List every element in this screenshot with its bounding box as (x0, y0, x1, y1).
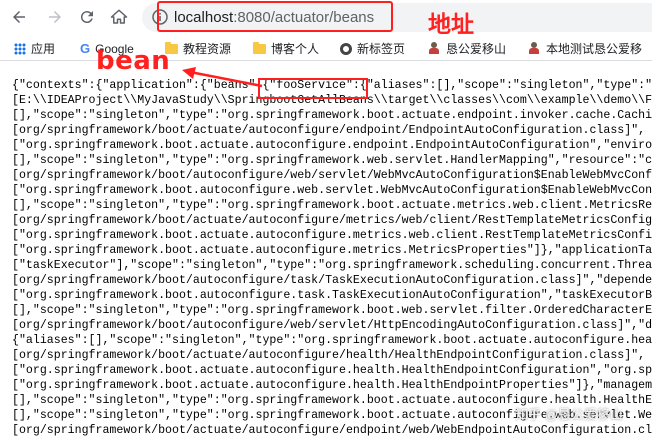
bookmark-label: 恳公爱移山 (446, 42, 507, 56)
bookmark-local-test[interactable]: 本地测试恳公爱移 (527, 40, 642, 57)
json-line: [org/springframework/boot/autoconfigure/… (12, 319, 652, 332)
google-icon: G (80, 41, 91, 56)
json-line: [org/springframework/boot/actuate/autoco… (12, 124, 646, 137)
home-button[interactable] (108, 6, 130, 28)
page-content: {"contexts":{"application":{"beans":{"fo… (0, 62, 652, 442)
bookmark-label: 本地测试恳公爱移 (546, 42, 643, 56)
json-line: ["org.springframework.boot.actuate.autoc… (12, 364, 652, 377)
json-line: ["org.springframework.boot.actuate.autoc… (12, 379, 652, 392)
annotation-arrow-icon (182, 67, 263, 88)
json-line: ["org.springframework.boot.actuate.autoc… (12, 229, 652, 242)
json-line: [],"scope":"singleton","type":"org.sprin… (12, 199, 652, 212)
bookmark-blog[interactable]: 博客个人 (253, 40, 319, 57)
forward-button[interactable] (44, 6, 66, 28)
json-line: ["org.springframework.boot.actuate.autoc… (12, 244, 652, 257)
json-line: ["org.springframework.boot.autoconfigure… (12, 184, 652, 197)
json-line: [],"scope":"singleton","type":"org.sprin… (12, 154, 652, 167)
person-icon (427, 42, 441, 55)
back-button[interactable] (8, 6, 30, 28)
bookmark-label: 教程资源 (183, 42, 232, 56)
address-annotation: 地址 (428, 12, 474, 38)
bookmark-label: 应用 (31, 42, 56, 56)
browser-toolbar: localhost:8080/actuator/beans 地址 (0, 0, 652, 38)
json-line: ["taskExecutor"],"scope":"singleton","ty… (12, 259, 652, 272)
bookmark-label: 博客个人 (271, 42, 320, 56)
bookmark-profile[interactable]: 恳公爱移山 (427, 40, 506, 57)
json-line: ["org.springframework.boot.actuate.autoc… (12, 139, 652, 152)
bookmark-new-tab[interactable]: 新标签页 (340, 40, 405, 57)
json-line: {"aliases":[],"scope":"singleton","type"… (12, 334, 652, 347)
back-arrow-icon (13, 11, 25, 23)
home-icon (110, 9, 128, 24)
bookmark-tutorials[interactable]: 教程资源 (165, 40, 231, 57)
json-line: [org/springframework/boot/autoconfigure/… (12, 169, 652, 182)
json-line: [],"scope":"singleton","type":"org.sprin… (12, 109, 652, 122)
json-line: [],"scope":"singleton","type":"org.sprin… (12, 304, 652, 317)
bean-annotation: bean (96, 46, 171, 76)
forward-arrow-icon (49, 11, 61, 23)
reload-icon (80, 11, 93, 24)
url-highlight-box (157, 1, 393, 32)
bookmark-label: 新标签页 (357, 42, 406, 56)
bean-highlight-box (258, 78, 368, 99)
watermark: 知乎 @恳公爱移山 (515, 407, 623, 422)
json-line: [org/springframework/boot/actuate/autoco… (12, 214, 652, 227)
bookmark-apps[interactable]: 应用 (14, 40, 55, 57)
json-response: {"contexts":{"application":{"beans":{"fo… (12, 78, 652, 438)
globe-icon (340, 42, 352, 55)
json-line: ["org.springframework.boot.autoconfigure… (12, 289, 652, 302)
reload-button[interactable] (76, 6, 98, 28)
json-line: [org/springframework/boot/actuate/autoco… (12, 424, 652, 437)
apps-grid-icon (14, 42, 26, 55)
person-icon (527, 42, 541, 55)
json-line: [org/springframework/boot/actuate/autoco… (12, 349, 646, 362)
json-line: [org/springframework/boot/autoconfigure/… (12, 274, 652, 287)
folder-icon (253, 41, 266, 54)
